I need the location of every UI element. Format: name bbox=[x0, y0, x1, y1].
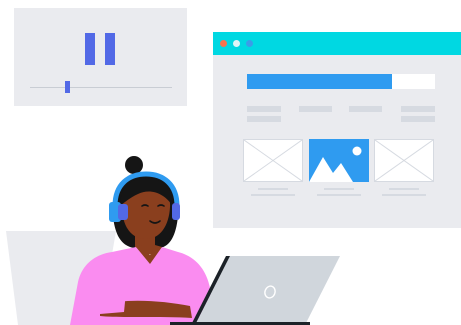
headphone-earcup-left-inner bbox=[118, 204, 128, 220]
person-with-laptop-illustration bbox=[6, 156, 340, 325]
laptop-lid bbox=[195, 256, 340, 325]
hair-bun bbox=[125, 156, 143, 174]
headphone-earcup-right bbox=[172, 203, 180, 220]
